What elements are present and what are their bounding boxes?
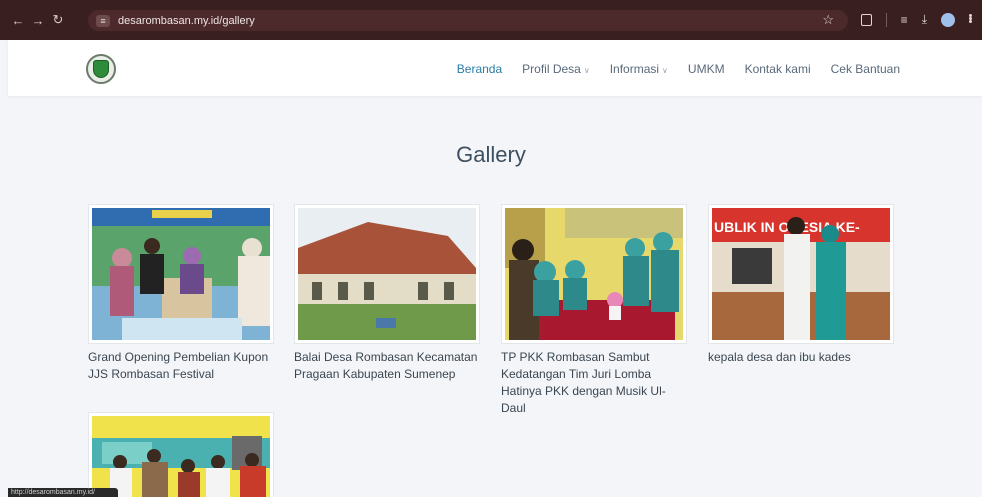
back-icon[interactable]: ← bbox=[8, 13, 28, 28]
gallery-caption: Balai Desa Rombasan Kecamatan Pragaan Ka… bbox=[294, 350, 478, 381]
gallery-card bbox=[88, 412, 274, 497]
nav-item-kontak-kami[interactable]: Kontak kami bbox=[745, 62, 811, 76]
gallery-photo-kepala-desa[interactable]: UBLIK IN ONESIA KE- bbox=[708, 204, 894, 344]
nav-item-cek-bantuan[interactable]: Cek Bantuan bbox=[831, 62, 900, 76]
link-status-bar: http://desarombasan.my.id/ bbox=[8, 488, 118, 497]
address-bar[interactable]: ≡ desarombasan.my.id/gallery ☆ bbox=[88, 10, 848, 31]
shield-emblem-icon bbox=[93, 60, 109, 78]
gallery-card: Grand Opening Pembelian Kupon JJS Rombas… bbox=[88, 204, 274, 383]
gallery-caption: Grand Opening Pembelian Kupon JJS Rombas… bbox=[88, 350, 269, 381]
toolbar-divider bbox=[885, 12, 887, 27]
nav-item-umkm[interactable]: UMKM bbox=[688, 62, 725, 76]
download-icon[interactable]: ⤓ bbox=[922, 12, 927, 27]
forward-icon[interactable]: → bbox=[28, 13, 48, 28]
festival-photo-image bbox=[92, 208, 270, 340]
gallery-photo-festival[interactable] bbox=[88, 204, 274, 344]
village-head-photo-image: UBLIK IN ONESIA KE- bbox=[712, 208, 890, 340]
chevron-down-icon: ∨ bbox=[583, 66, 590, 75]
page-title: Gallery bbox=[456, 142, 526, 167]
village-logo[interactable] bbox=[86, 54, 116, 84]
group-photo-image bbox=[92, 416, 270, 497]
browser-actions: ≡ ⤓ bbox=[860, 12, 972, 27]
nav-item-label: Profil Desa bbox=[522, 62, 581, 76]
profile-avatar-icon[interactable] bbox=[941, 12, 955, 27]
browser-toolbar: ← → ↻ ≡ desarombasan.my.id/gallery ☆ ≡ ⤓ bbox=[0, 0, 982, 40]
nav-item-label: Informasi bbox=[609, 62, 660, 76]
gallery-photo-group[interactable] bbox=[88, 412, 274, 497]
reload-icon[interactable]: ↻ bbox=[48, 12, 68, 28]
reading-list-icon[interactable]: ≡ bbox=[901, 13, 908, 27]
gallery-caption: TP PKK Rombasan Sambut Kedatangan Tim Ju… bbox=[501, 350, 666, 415]
bookmark-star-icon[interactable]: ☆ bbox=[822, 12, 834, 28]
nav-item-beranda[interactable]: Beranda bbox=[457, 62, 502, 76]
nav-item-profil-desa[interactable]: Profil Desa ∨ bbox=[522, 62, 590, 76]
browser-menu-icon[interactable] bbox=[969, 13, 972, 26]
main-navigation: Beranda Profil Desa ∨ Informasi ∨ UMKM Kon… bbox=[457, 62, 900, 76]
chevron-down-icon: ∨ bbox=[662, 66, 668, 75]
gallery-caption: kepala desa dan ibu kades bbox=[708, 350, 851, 364]
gallery-photo-pkk[interactable] bbox=[501, 204, 687, 344]
site-header: Beranda Profil Desa ∨ Informasi ∨ UMKM Kon… bbox=[8, 40, 982, 96]
extensions-icon[interactable] bbox=[860, 13, 872, 26]
gallery-card: TP PKK Rombasan Sambut Kedatangan Tim Ju… bbox=[501, 204, 687, 417]
address-url[interactable]: desarombasan.my.id/gallery bbox=[118, 15, 255, 27]
gallery-card: UBLIK IN ONESIA KE- kepala desa dan ibu … bbox=[708, 204, 894, 366]
site-info-icon[interactable]: ≡ bbox=[96, 14, 110, 27]
gallery-card: Balai Desa Rombasan Kecamatan Pragaan Ka… bbox=[294, 204, 480, 383]
gallery-photo-balai-desa[interactable] bbox=[294, 204, 480, 344]
nav-item-informasi[interactable]: Informasi ∨ bbox=[610, 62, 668, 76]
village-hall-photo-image bbox=[298, 208, 476, 340]
pkk-meeting-photo-image bbox=[505, 208, 683, 340]
